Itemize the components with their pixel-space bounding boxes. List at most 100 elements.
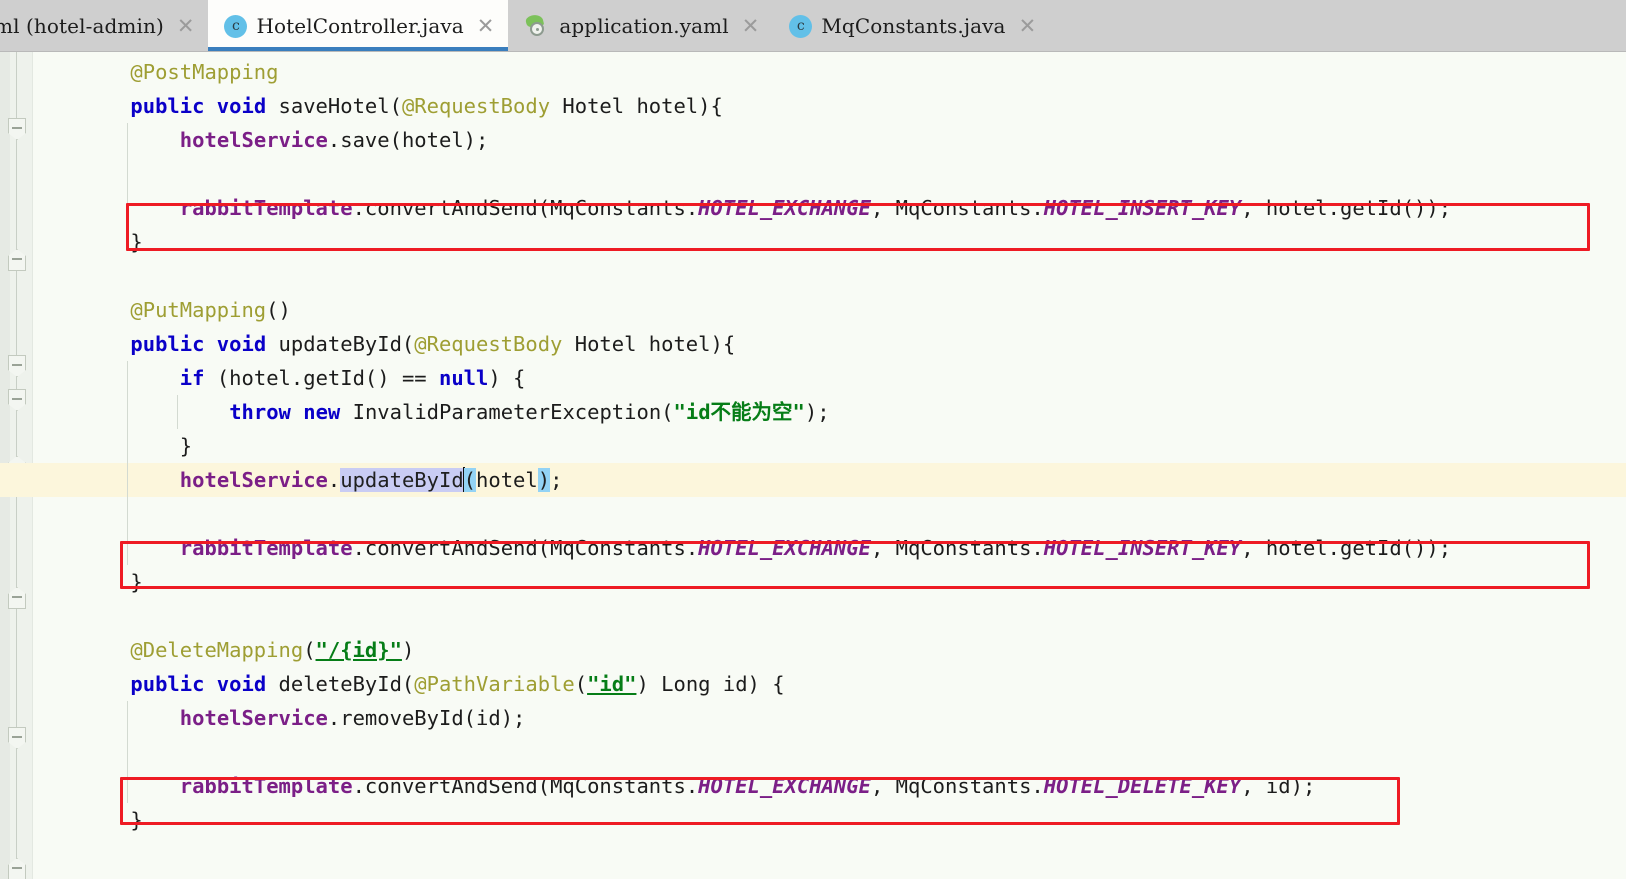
- code-line-text: }: [130, 570, 142, 594]
- code-line-text: }: [130, 808, 142, 832]
- token-plain: }: [179, 434, 193, 458]
- token-kw: public: [130, 672, 205, 696]
- code-line[interactable]: [33, 259, 1626, 293]
- token-static: HOTEL_EXCHANGE: [698, 536, 871, 560]
- code-line[interactable]: @PostMapping: [33, 55, 1626, 89]
- code-line[interactable]: [33, 599, 1626, 633]
- indent-guide: [127, 191, 129, 225]
- code-line[interactable]: if (hotel.getId() == null) {: [33, 361, 1626, 395]
- close-icon[interactable]: ✕: [1019, 15, 1037, 37]
- token-kw: throw: [229, 400, 291, 424]
- editor-tab-application-yaml[interactable]: application.yaml ✕: [508, 0, 774, 51]
- code-line-text: hotelService.updateById(hotel);: [179, 467, 562, 492]
- code-line[interactable]: @PutMapping(): [33, 293, 1626, 327]
- code-fold-end-icon[interactable]: [8, 249, 26, 271]
- code-line[interactable]: }: [33, 565, 1626, 599]
- tab-label: application.yaml: [559, 14, 729, 38]
- token-plain: ): [401, 638, 415, 662]
- java-class-icon: c: [789, 14, 813, 38]
- indent-guide: [127, 463, 129, 497]
- indent-guide: [176, 395, 178, 429]
- code-line[interactable]: public void deleteById(@PathVariable("id…: [33, 667, 1626, 701]
- close-icon[interactable]: ✕: [177, 15, 195, 37]
- code-line[interactable]: }: [33, 225, 1626, 259]
- token-brace: (: [463, 468, 477, 492]
- token-plain: hotel: [476, 468, 538, 492]
- token-str: "id不能为空": [673, 400, 805, 424]
- code-fold-start-icon[interactable]: [8, 355, 26, 377]
- code-line-text: rabbitTemplate.convertAndSend(MqConstant…: [180, 774, 1316, 798]
- token-plain: .convertAndSend(MqConstants.: [352, 196, 699, 220]
- token-plain: updateById(: [266, 332, 415, 356]
- token-brace: ): [537, 468, 551, 492]
- code-fold-start-icon[interactable]: [8, 727, 26, 749]
- token-plain: }: [130, 230, 143, 254]
- token-field: hotelService: [179, 128, 328, 152]
- token-plain: }: [130, 570, 143, 594]
- code-line[interactable]: rabbitTemplate.convertAndSend(MqConstant…: [33, 531, 1626, 565]
- token-plain: ) {: [488, 366, 526, 390]
- token-ann: @RequestBody: [414, 332, 563, 356]
- editor-tab-bar: ml (hotel-admin) ✕ c HotelController.java ✕ a…: [0, 0, 1626, 52]
- close-icon[interactable]: ✕: [742, 15, 760, 37]
- code-line-text: @DeleteMapping("/{id}"): [130, 638, 414, 662]
- token-str-u: "/{id}": [315, 638, 402, 662]
- editor-gutter[interactable]: [0, 52, 33, 879]
- token-ann: @PostMapping: [130, 60, 279, 84]
- code-line[interactable]: @DeleteMapping("/{id}"): [33, 633, 1626, 667]
- code-fold-start-icon[interactable]: [8, 389, 26, 411]
- token-plain: Hotel hotel){: [550, 94, 723, 118]
- token-plain: );: [804, 400, 830, 424]
- code-line[interactable]: [33, 157, 1626, 191]
- token-plain: saveHotel(: [266, 94, 402, 118]
- code-line-text: }: [180, 434, 192, 458]
- code-fold-start-icon[interactable]: [8, 118, 26, 140]
- code-editor[interactable]: @PostMapping public void saveHotel(@Reque…: [0, 52, 1626, 879]
- code-line[interactable]: throw new InvalidParameterException("id不…: [33, 395, 1626, 429]
- token-plain: , MqConstants.: [870, 536, 1044, 560]
- code-line-text: rabbitTemplate.convertAndSend(MqConstant…: [180, 536, 1451, 560]
- code-line-text: hotelService.removeById(id);: [180, 706, 526, 730]
- code-fold-end-icon[interactable]: [8, 858, 26, 879]
- token-plain: (hotel.getId() ==: [204, 366, 439, 390]
- token-plain: , MqConstants.: [870, 774, 1044, 798]
- code-fold-end-icon[interactable]: [8, 587, 26, 609]
- token-ann: @PathVariable: [414, 672, 575, 696]
- code-line-text: if (hotel.getId() == null) {: [180, 366, 526, 390]
- token-kw: null: [438, 366, 489, 390]
- token-plain: , hotel.getId());: [1241, 536, 1452, 560]
- code-line[interactable]: hotelService.removeById(id);: [33, 701, 1626, 735]
- token-ann: @PutMapping: [130, 298, 267, 322]
- token-plain: , id);: [1241, 774, 1316, 798]
- indent-guide: [127, 395, 129, 429]
- code-line[interactable]: hotelService.updateById(hotel);: [0, 463, 1626, 497]
- token-plain: }: [130, 808, 143, 832]
- code-line-text: hotelService.save(hotel);: [180, 128, 489, 152]
- token-field: hotelService: [179, 468, 328, 492]
- code-line[interactable]: hotelService.save(hotel);: [33, 123, 1626, 157]
- code-content[interactable]: @PostMapping public void saveHotel(@Reque…: [0, 52, 1626, 879]
- token-kw: void: [216, 332, 267, 356]
- editor-tab-hotelcontroller-java[interactable]: c HotelController.java ✕: [208, 0, 509, 51]
- code-line-text: throw new InvalidParameterException("id不…: [229, 400, 829, 424]
- code-line[interactable]: [33, 497, 1626, 531]
- token-kw: public: [130, 332, 205, 356]
- code-fold-end-icon[interactable]: [8, 456, 26, 478]
- token-field: hotelService: [179, 706, 328, 730]
- indent-guide: [127, 361, 129, 395]
- code-line[interactable]: }: [33, 429, 1626, 463]
- editor-tab-ml-hotel-admin-[interactable]: ml (hotel-admin) ✕: [0, 0, 209, 51]
- code-line[interactable]: public void saveHotel(@RequestBody Hotel…: [33, 89, 1626, 123]
- code-line[interactable]: public void updateById(@RequestBody Hote…: [33, 327, 1626, 361]
- token-ann: @DeleteMapping: [130, 638, 304, 662]
- tab-label: ml (hotel-admin): [0, 14, 164, 38]
- indent-guide: [127, 769, 129, 803]
- code-line[interactable]: rabbitTemplate.convertAndSend(MqConstant…: [33, 191, 1626, 225]
- close-icon[interactable]: ✕: [477, 15, 495, 37]
- editor-tab-mqconstants-java[interactable]: c MqConstants.java ✕: [773, 0, 1051, 51]
- code-line[interactable]: [33, 735, 1626, 769]
- code-line[interactable]: rabbitTemplate.convertAndSend(MqConstant…: [33, 769, 1626, 803]
- token-plain: .save(hotel);: [327, 128, 489, 152]
- token-field: rabbitTemplate: [179, 196, 353, 220]
- code-line[interactable]: }: [33, 803, 1626, 837]
